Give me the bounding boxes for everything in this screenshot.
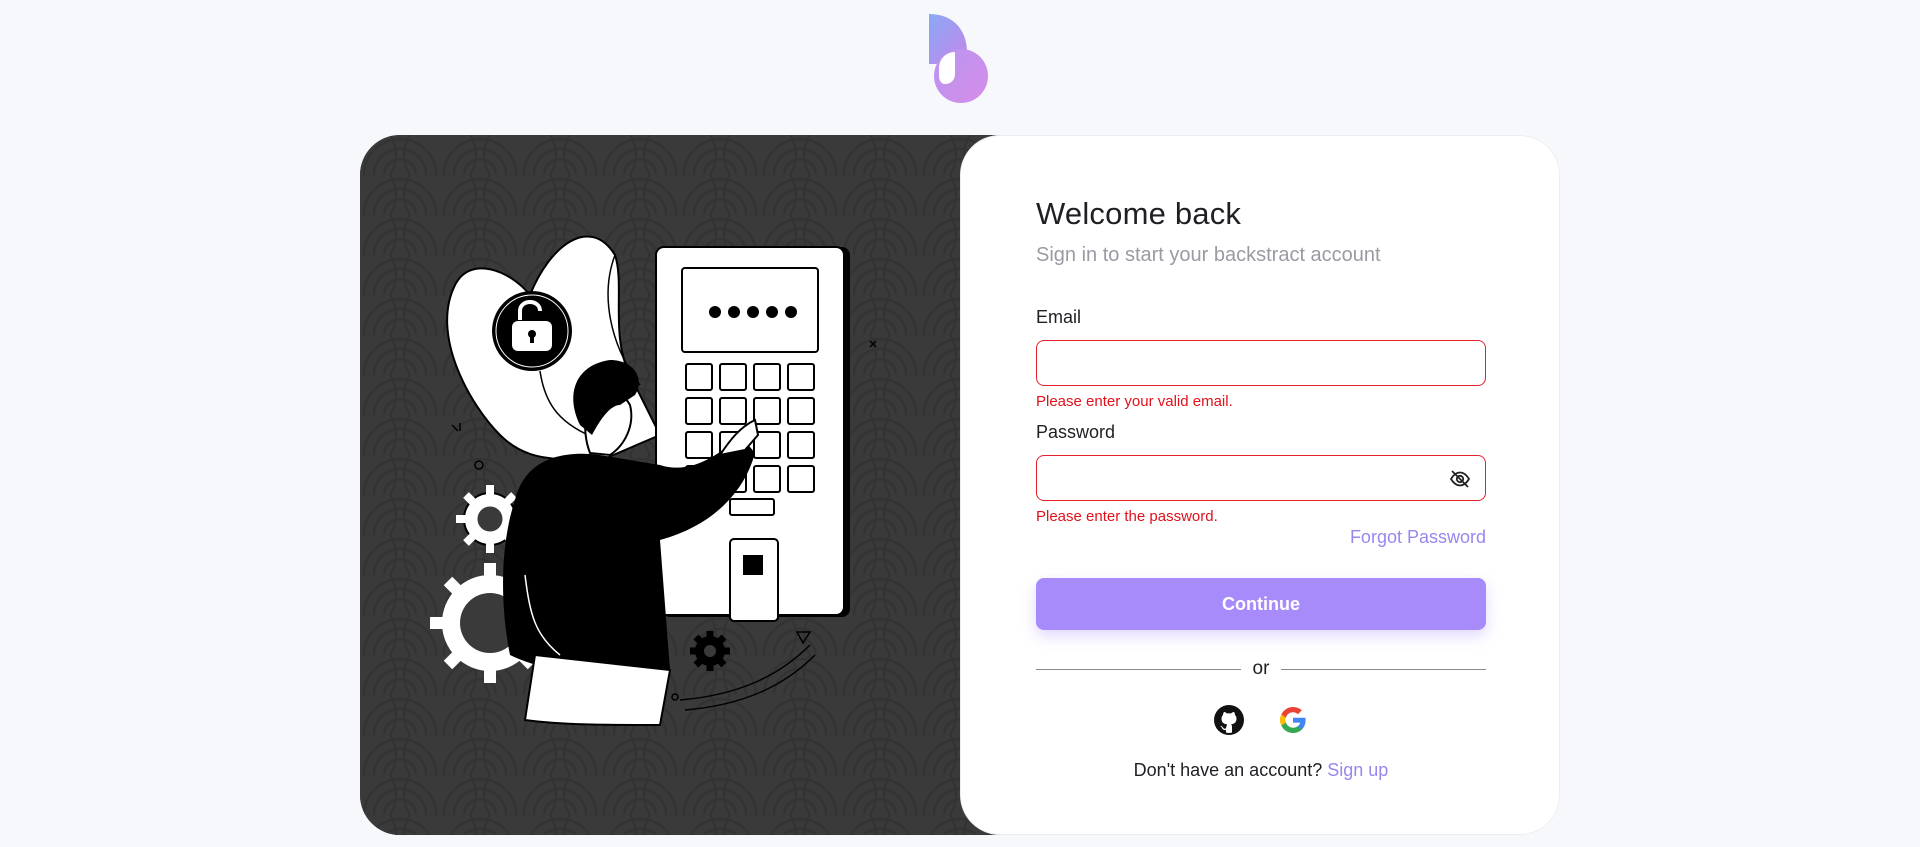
signup-prompt: Don't have an account?	[1133, 760, 1323, 780]
forgot-row: Forgot Password	[1036, 527, 1486, 548]
divider-line-right	[1281, 669, 1486, 670]
password-error: Please enter the password.	[1036, 508, 1218, 525]
signup-row: Don't have an account? Sign up	[1036, 760, 1486, 781]
social-login-row	[1036, 704, 1486, 738]
email-label: Email	[1036, 307, 1082, 327]
page-title: Welcome back	[1036, 196, 1242, 231]
email-error: Please enter your valid email.	[1036, 393, 1233, 410]
login-card: Welcome back Sign in to start your backs…	[360, 135, 1560, 835]
toggle-password-visibility-icon[interactable]	[1449, 468, 1471, 490]
login-panel: Welcome back Sign in to start your backs…	[960, 135, 1560, 835]
password-label: Password	[1036, 422, 1116, 442]
email-field-wrapper	[1036, 340, 1486, 386]
google-icon[interactable]	[1277, 704, 1309, 736]
signup-link[interactable]: Sign up	[1327, 760, 1388, 780]
password-field[interactable]	[1051, 456, 1435, 500]
email-field[interactable]	[1051, 341, 1435, 385]
github-icon[interactable]	[1213, 704, 1245, 736]
page-subtitle: Sign in to start your backstract account	[1036, 244, 1381, 266]
login-illustration	[360, 135, 1000, 835]
brand-logo	[925, 12, 993, 106]
continue-button[interactable]: Continue	[1036, 578, 1486, 630]
forgot-password-link[interactable]: Forgot Password	[1350, 527, 1486, 547]
illustration-panel	[360, 135, 1000, 835]
or-divider: or	[1036, 658, 1486, 680]
password-field-wrapper	[1036, 455, 1486, 501]
login-form: Welcome back Sign in to start your backs…	[1036, 196, 1486, 781]
